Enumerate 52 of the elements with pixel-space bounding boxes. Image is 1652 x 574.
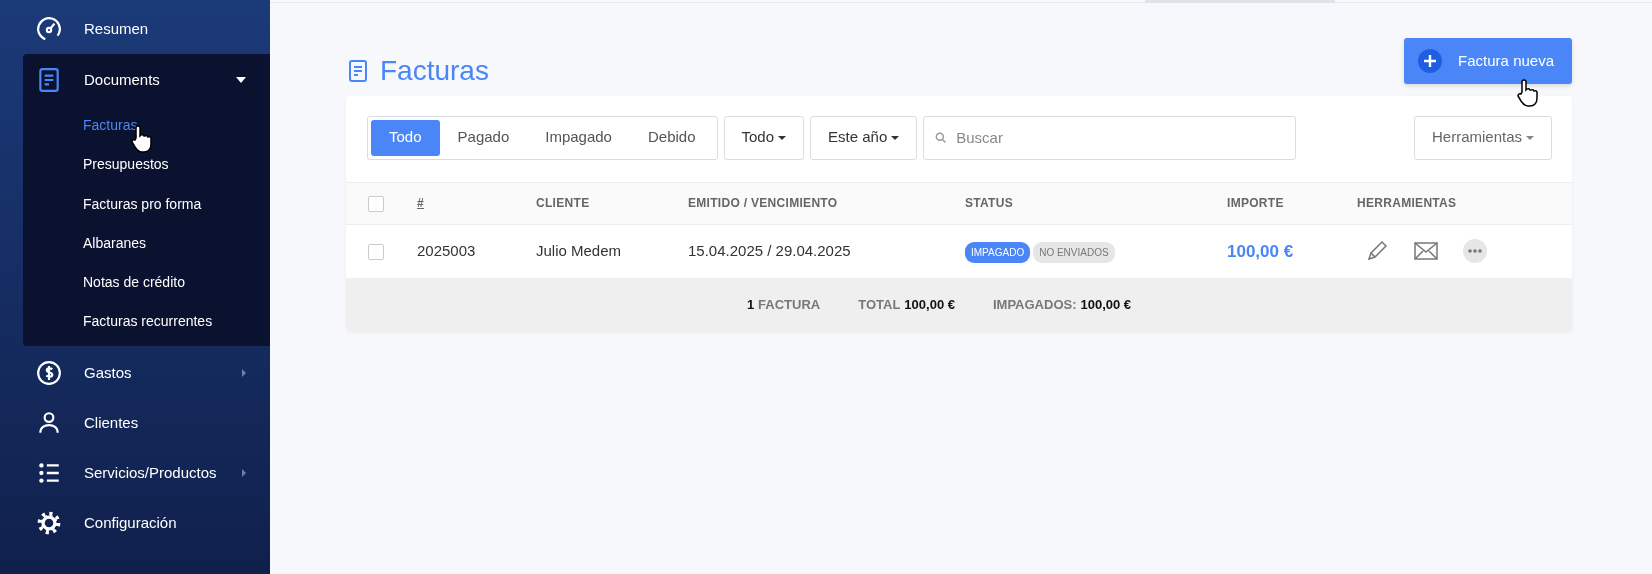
- caret-down-icon: [891, 135, 900, 140]
- summary-label: FACTURA: [758, 295, 821, 314]
- column-header[interactable]: #: [417, 196, 424, 211]
- document-icon: [36, 67, 62, 93]
- column-header[interactable]: STATUS: [965, 196, 1014, 211]
- document-icon: [346, 58, 370, 83]
- column-header[interactable]: IMPORTE: [1227, 196, 1284, 211]
- column-header[interactable]: CLIENTE: [536, 196, 590, 211]
- status-badge: IMPAGADO: [965, 241, 1031, 263]
- submenu-item[interactable]: Albaranes: [23, 223, 270, 264]
- table-cell: 15.04.2025 / 29.04.2025: [688, 242, 851, 260]
- filter-tab[interactable]: Debido: [629, 119, 714, 156]
- tools-button[interactable]: Herramientas: [1413, 115, 1552, 160]
- settings-icon: [36, 509, 62, 536]
- summary-value: 100,00 €: [1080, 295, 1132, 314]
- column-header[interactable]: HERRAMIENTAS: [1357, 196, 1457, 211]
- sidebar-item[interactable]: Configuración: [0, 497, 270, 548]
- filter-tab[interactable]: Pagado: [439, 119, 528, 156]
- caret-down-icon: [1526, 135, 1534, 140]
- sidebar-item[interactable]: Clientes: [0, 397, 270, 448]
- person-icon: [36, 409, 62, 436]
- checkbox[interactable]: [368, 244, 384, 261]
- sidebar-item[interactable]: Resumen: [0, 4, 270, 54]
- search-field[interactable]: Buscar: [923, 115, 1297, 160]
- table-cell: 2025003: [417, 242, 476, 260]
- submenu-item[interactable]: Facturas pro forma: [23, 184, 270, 224]
- dropdown-button[interactable]: Todo: [723, 115, 805, 160]
- table-cell: Julio Medem: [536, 242, 622, 260]
- more-icon: [1463, 239, 1487, 264]
- caret-down-icon: [778, 135, 787, 140]
- column-header[interactable]: EMITIDO / VENCIMIENTO: [688, 196, 838, 211]
- submenu-item[interactable]: Facturas: [23, 106, 270, 146]
- sidebar-item[interactable]: Servicios/Productos: [0, 447, 270, 498]
- summary-label: IMPAGADOS:: [992, 295, 1077, 314]
- submenu-item[interactable]: Presupuestos: [23, 145, 270, 185]
- sidebar-item[interactable]: Documents: [23, 54, 270, 106]
- plus-icon: [1418, 49, 1443, 73]
- dropdown-button[interactable]: Este año: [810, 115, 918, 160]
- sidebar-item[interactable]: Gastos: [0, 347, 270, 398]
- checkbox[interactable]: [368, 195, 384, 212]
- filter-tab[interactable]: Impagado: [527, 119, 630, 156]
- amount-text: 100,00 €: [1227, 241, 1294, 261]
- page-title: Facturas: [380, 54, 489, 88]
- submenu-item[interactable]: Notas de crédito: [23, 263, 270, 303]
- dollar-icon: [36, 359, 62, 386]
- submenu-item[interactable]: Facturas recurrentes: [23, 302, 270, 342]
- summary-value: 1: [746, 295, 755, 314]
- status-badge: NO ENVIADOS: [1033, 241, 1115, 263]
- summary-value: 100,00 €: [904, 295, 955, 314]
- summary-label: TOTAL: [858, 295, 901, 314]
- gauge-icon: [36, 16, 62, 42]
- search-icon: [934, 130, 949, 145]
